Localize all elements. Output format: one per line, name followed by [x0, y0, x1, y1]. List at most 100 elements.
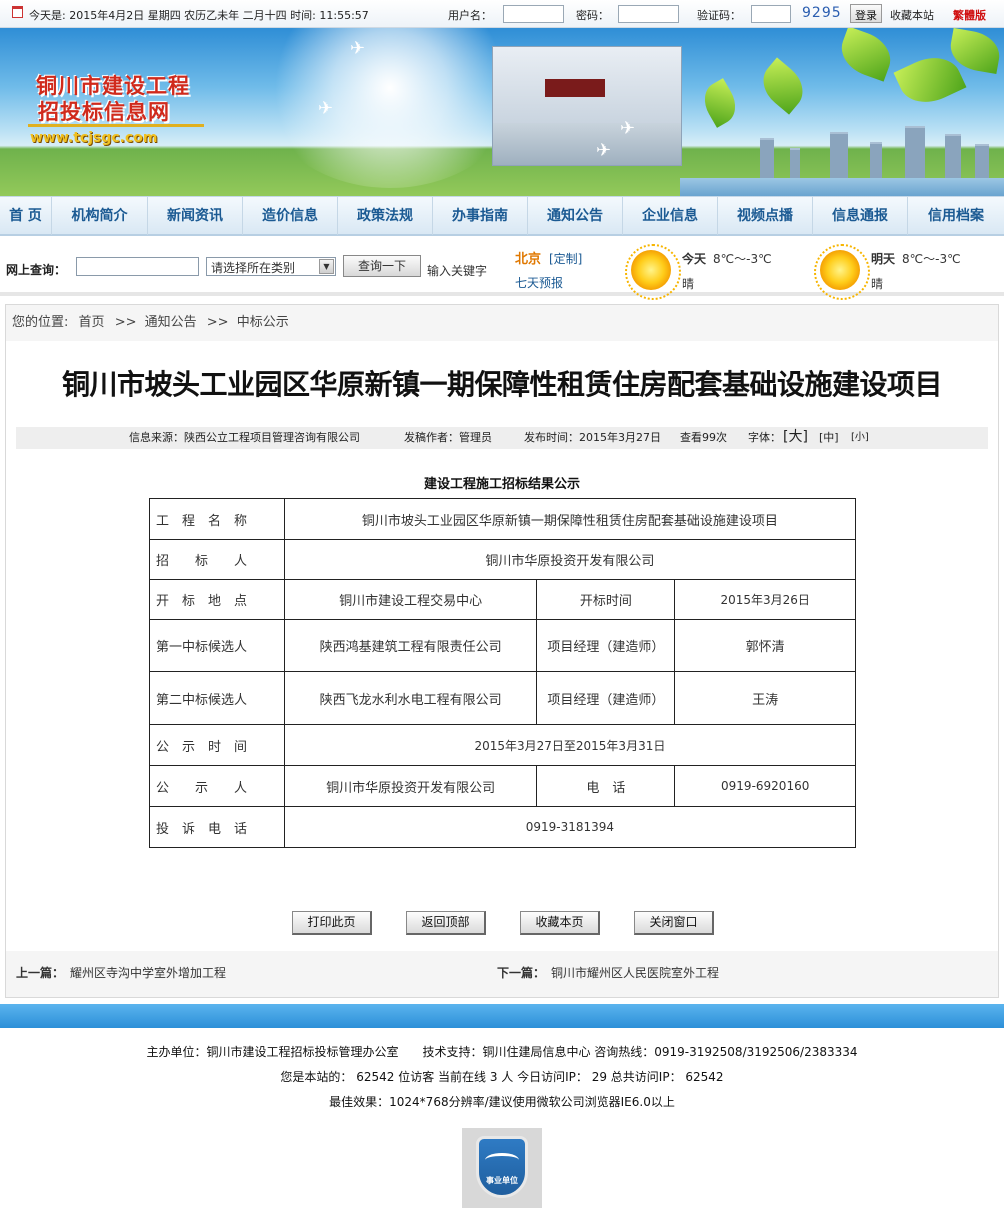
footer-bar — [0, 1004, 1004, 1028]
table-row: 公 示 人 铜川市华原投资开发有限公司 电 话 0919-6920160 — [149, 765, 856, 807]
site-logo-line2: 招投标信息网 — [38, 100, 170, 124]
nav-item-notice[interactable]: 通知公告 — [528, 197, 623, 235]
nav-item-news[interactable]: 新闻资讯 — [148, 197, 243, 235]
breadcrumb-current: 中标公示 — [236, 315, 289, 330]
second-candidate-label: 第二中标候选人 — [149, 671, 285, 725]
nav-item-credit[interactable]: 信用档案 — [908, 197, 1004, 235]
favorite-page-button[interactable]: 收藏本页 — [520, 911, 600, 935]
nav-item-cost[interactable]: 造价信息 — [243, 197, 338, 235]
bird-icon: ✈ — [620, 118, 636, 139]
table-row: 招 标 人 铜川市华原投资开发有限公司 — [149, 539, 857, 580]
font-medium-button[interactable]: [中] — [819, 427, 839, 449]
nav-item-guide[interactable]: 办事指南 — [433, 197, 528, 235]
category-select[interactable]: 请选择所在类别 ▼ — [206, 257, 336, 276]
first-candidate-label: 第一中标候选人 — [149, 619, 285, 672]
bird-icon: ✈ — [350, 38, 366, 59]
table-row: 开 标 地 点 铜川市建设工程交易中心 开标时间 2015年3月26日 — [149, 579, 856, 620]
article-container: 您的位置: 首页 >> 通知公告 >> 中标公示 铜川市坡头工业园区华原新镇一期… — [5, 304, 999, 998]
institution-badge[interactable]: 事业单位 — [462, 1128, 542, 1208]
notice-period-label: 公 示 时 间 — [149, 724, 285, 766]
publisher-value: 铜川市华原投资开发有限公司 — [283, 765, 538, 807]
hall-floor — [493, 123, 681, 165]
search-weather-row: 网上查询： 请选择所在类别 ▼ 查询一下 输入关键字 北京 [定制] 七天预报 … — [0, 238, 1004, 300]
weather-city: 北京 — [515, 252, 542, 267]
table-row: 工 程 名 称 铜川市坡头工业园区华原新镇一期保障性租赁住房配套基础设施建设项目 — [149, 498, 857, 540]
login-button[interactable]: 登录 — [850, 4, 882, 23]
back-to-top-button[interactable]: 返回顶部 — [406, 911, 486, 935]
weather-customize-link[interactable]: [定制] — [549, 250, 582, 267]
breadcrumb-notice[interactable]: 通知公告 — [145, 315, 197, 330]
nav-item-bulletin[interactable]: 信息通报 — [813, 197, 908, 235]
query-button[interactable]: 查询一下 — [343, 255, 421, 277]
calendar-icon — [12, 6, 23, 18]
opening-time-label: 开标时间 — [536, 579, 676, 620]
nav-item-about[interactable]: 机构简介 — [52, 197, 148, 235]
chevron-down-icon: ▼ — [319, 259, 334, 274]
font-size-label: 字体： — [748, 431, 781, 444]
breadcrumb-separator: >> — [114, 315, 137, 330]
article-date: 发布时间：2015年3月27日 — [524, 431, 661, 444]
seven-day-forecast-link[interactable]: 七天预报 — [515, 274, 563, 291]
leaf-decoration — [834, 28, 898, 82]
tomorrow-temp: 8℃～-3℃ — [902, 252, 961, 266]
captcha-image: 9295 — [802, 5, 842, 21]
date-time-text: 今天是: 2015年4月2日 星期四 农历乙未年 二月十四 时间: 11:55:… — [29, 9, 369, 22]
username-label: 用户名： — [448, 9, 492, 22]
building — [975, 144, 989, 178]
table-row: 第二中标候选人 陕西飞龙水利水电工程有限公司 项目经理（建造师） 王涛 — [149, 671, 856, 725]
building — [945, 134, 961, 178]
opening-place-value: 铜川市建设工程交易中心 — [283, 579, 538, 620]
second-candidate-value: 陕西飞龙水利水电工程有限公司 — [283, 671, 538, 725]
traditional-chinese-link[interactable]: 繁體版 — [953, 7, 986, 23]
prev-label: 上一篇： — [16, 966, 65, 980]
tomorrow-label: 明天 — [871, 252, 896, 266]
bird-icon: ✈ — [318, 98, 334, 119]
breadcrumb-prefix: 您的位置: — [12, 315, 69, 330]
font-small-button[interactable]: [小] — [851, 427, 869, 449]
nav-item-video[interactable]: 视频点播 — [718, 197, 813, 235]
site-banner: ✈ ✈ ✈ ✈ 铜川市建设工程 招投标信息网 www.tcjsgc.com — [0, 28, 1004, 196]
today-label: 今天 — [682, 252, 707, 266]
print-button[interactable]: 打印此页 — [292, 911, 372, 935]
tenderer-value: 铜川市华原投资开发有限公司 — [283, 539, 857, 580]
logo-underline — [28, 124, 204, 127]
next-article-link[interactable]: 铜川市耀州区人民医院室外工程 — [551, 964, 719, 981]
leaf-decoration — [753, 57, 813, 115]
banner-glow — [260, 28, 520, 188]
result-table: 工 程 名 称 铜川市坡头工业园区华原新镇一期保障性租赁住房配套基础设施建设项目… — [149, 498, 857, 848]
leaf-decoration — [697, 78, 743, 128]
building — [830, 132, 848, 178]
nav-item-enterprise[interactable]: 企业信息 — [623, 197, 718, 235]
complaint-phone-label: 投 诉 电 话 — [149, 806, 285, 848]
first-candidate-value: 陕西鸿基建筑工程有限责任公司 — [283, 619, 538, 672]
notice-subtitle: 建设工程施工招标结果公示 — [423, 477, 580, 492]
pm-label-1: 项目经理（建造师） — [536, 619, 676, 672]
nav-item-policy[interactable]: 政策法规 — [338, 197, 433, 235]
nav-item-home[interactable]: 首 页 — [0, 197, 52, 235]
building — [870, 142, 882, 178]
footer-browser-note: 最佳效果：1024*768分辨率/建议使用微软公司浏览器IE6.0以上 — [329, 1095, 675, 1109]
sunny-icon — [625, 244, 681, 300]
banner-water — [680, 178, 1004, 196]
font-large-button[interactable]: [大] — [783, 426, 808, 448]
prev-article-link[interactable]: 耀州区寺沟中学室外增加工程 — [70, 964, 226, 981]
search-hint: 输入关键字 — [427, 264, 488, 278]
username-input[interactable] — [503, 5, 564, 23]
article-source: 信息来源：陕西公立工程项目管理咨询有限公司 — [129, 431, 360, 444]
close-window-button[interactable]: 关闭窗口 — [634, 911, 714, 935]
opening-place-label: 开 标 地 点 — [149, 579, 285, 620]
badge-text: 事业单位 — [486, 1176, 518, 1185]
breadcrumb-home[interactable]: 首页 — [79, 315, 105, 330]
bookmark-site-link[interactable]: 收藏本站 — [890, 7, 934, 23]
breadcrumb: 您的位置: 首页 >> 通知公告 >> 中标公示 — [6, 305, 998, 341]
password-input[interactable] — [618, 5, 679, 23]
next-label: 下一篇： — [497, 966, 546, 980]
phone-value: 0919-6920160 — [674, 765, 856, 807]
building — [790, 148, 800, 178]
pm-label-2: 项目经理（建造师） — [536, 671, 676, 725]
banner-hall-photo — [492, 46, 682, 166]
search-input[interactable] — [76, 257, 199, 276]
article-views: 查看99次 — [680, 431, 727, 444]
captcha-input[interactable] — [751, 5, 791, 23]
opening-time-value: 2015年3月26日 — [674, 579, 856, 620]
